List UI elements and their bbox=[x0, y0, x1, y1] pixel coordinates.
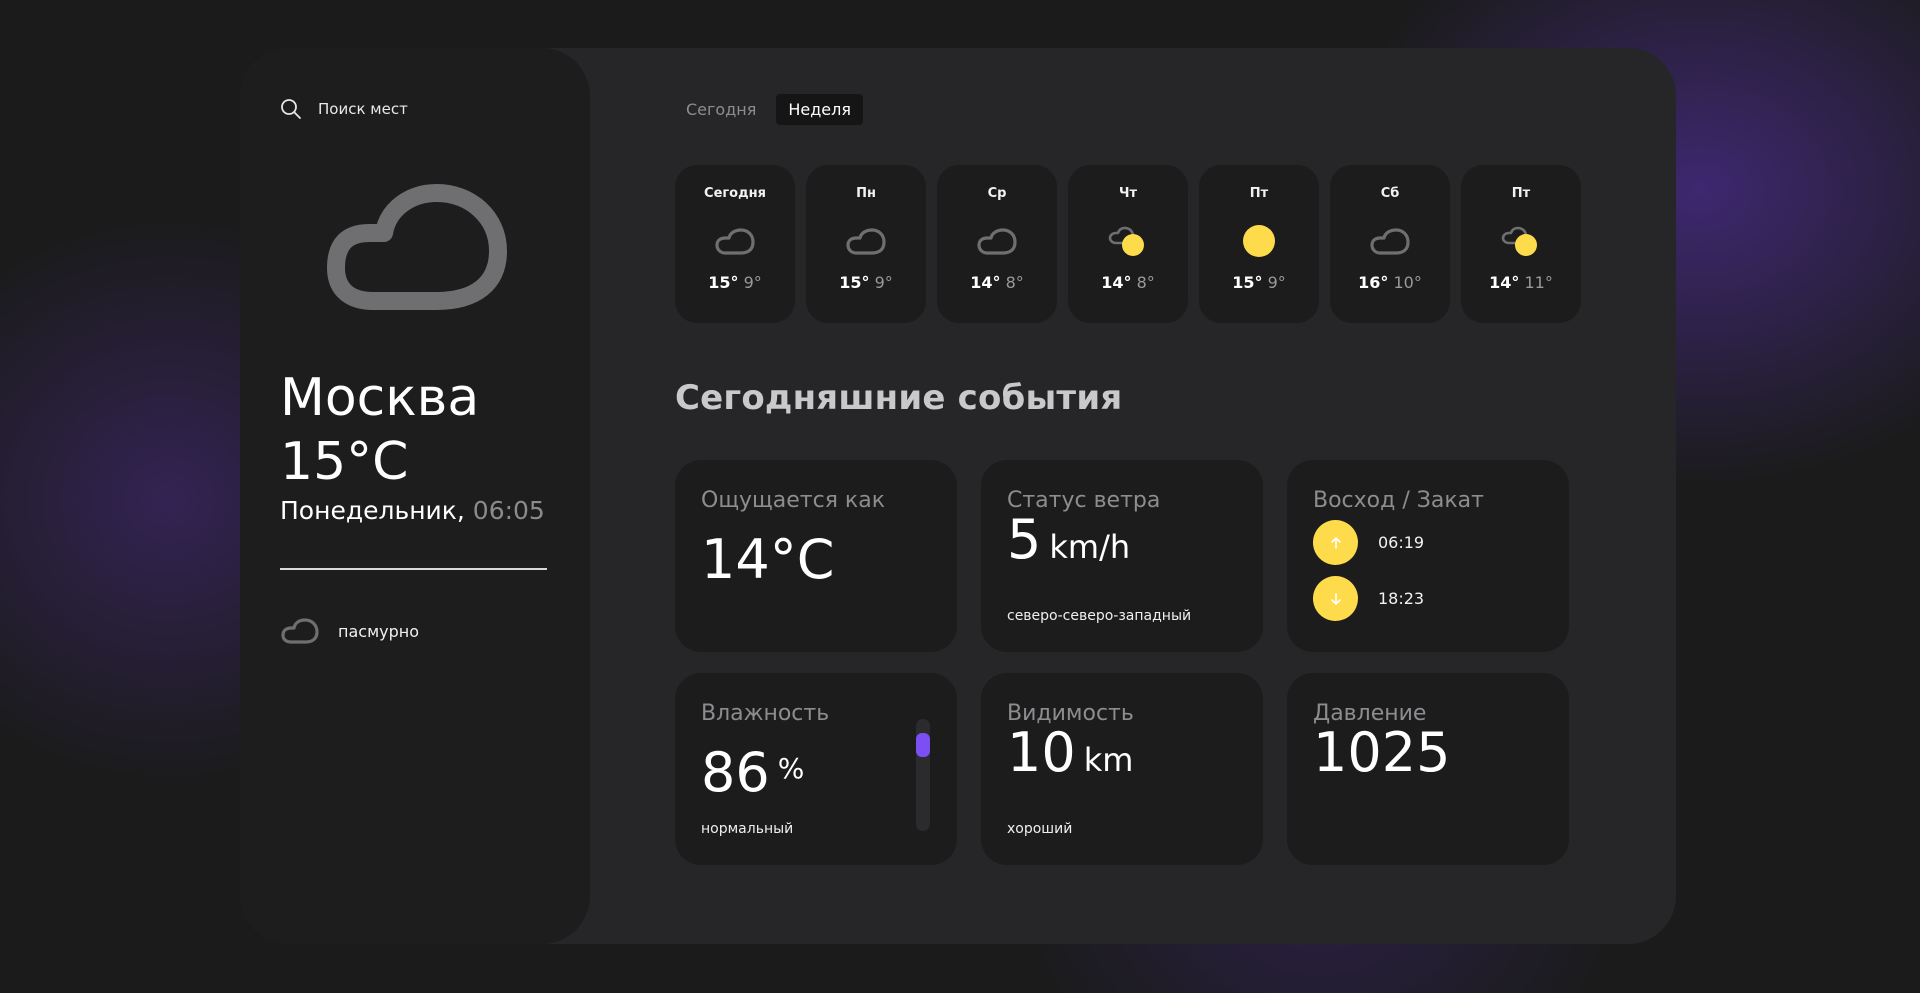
forecast-low: 10° bbox=[1393, 273, 1422, 292]
forecast-day-card[interactable]: Чт 14° 8° bbox=[1068, 165, 1188, 323]
tab-week[interactable]: Неделя bbox=[776, 94, 863, 125]
forecast-temps: 16° 10° bbox=[1358, 273, 1422, 292]
pressure-value: 1025 bbox=[1313, 721, 1451, 784]
forecast-day-name: Пт bbox=[1249, 186, 1269, 201]
sunrise-row: 06:19 bbox=[1313, 520, 1424, 565]
condition-row: пасмурно bbox=[280, 616, 419, 646]
forecast-day-name: Ср bbox=[987, 186, 1007, 201]
forecast-low: 9° bbox=[743, 273, 762, 292]
forecast-low: 11° bbox=[1524, 273, 1553, 292]
period-tabs: Сегодня Неделя bbox=[674, 94, 863, 125]
cloud-icon bbox=[327, 184, 507, 310]
forecast-high: 15° bbox=[839, 273, 870, 292]
forecast-low: 9° bbox=[874, 273, 893, 292]
forecast-temps: 14° 8° bbox=[970, 273, 1024, 292]
visibility-unit: km bbox=[1083, 741, 1134, 779]
forecast-high: 14° bbox=[1101, 273, 1132, 292]
cloud-icon bbox=[975, 223, 1019, 259]
visibility-reading: 10 km bbox=[1007, 723, 1133, 790]
wind-direction: северо-северо-западный bbox=[1007, 608, 1192, 624]
forecast-low: 8° bbox=[1005, 273, 1024, 292]
forecast-low: 9° bbox=[1267, 273, 1286, 292]
sunset-icon bbox=[1313, 576, 1358, 621]
feels-like-card: Ощущается как 14°C bbox=[675, 460, 957, 652]
visibility-value: 10 bbox=[1007, 721, 1076, 784]
visibility-card: Видимость 10 km хороший bbox=[981, 673, 1263, 865]
visibility-status: хороший bbox=[1007, 821, 1073, 837]
cloud-icon bbox=[713, 223, 757, 259]
current-day: Понедельник, bbox=[280, 496, 465, 525]
forecast-temps: 14° 8° bbox=[1101, 273, 1155, 292]
section-title: Сегодняшние события bbox=[675, 378, 1123, 418]
search-places[interactable]: Поиск мест bbox=[280, 98, 408, 120]
forecast-day-name: Чт bbox=[1118, 186, 1138, 201]
forecast-day-card[interactable]: Сегодня 15° 9° bbox=[675, 165, 795, 323]
card-title: Ощущается как bbox=[701, 488, 885, 513]
sunset-time: 18:23 bbox=[1378, 589, 1425, 608]
forecast-high: 15° bbox=[1232, 273, 1263, 292]
wind-card: Статус ветра 5 km/h северо-северо-западны… bbox=[981, 460, 1263, 652]
feels-like-value: 14°C bbox=[701, 528, 835, 591]
card-title: Восход / Закат bbox=[1313, 488, 1484, 513]
sun-behind-cloud-icon bbox=[1499, 223, 1543, 259]
forecast-day-name: Пт bbox=[1511, 186, 1531, 201]
sun-behind-cloud-icon bbox=[1106, 223, 1150, 259]
tab-today[interactable]: Сегодня bbox=[674, 94, 768, 125]
cloud-icon bbox=[281, 618, 319, 644]
forecast-day-card[interactable]: Ср 14° 8° bbox=[937, 165, 1057, 323]
forecast-day-name: Сегодня bbox=[704, 186, 766, 201]
date-line: Понедельник, 06:05 bbox=[280, 494, 545, 528]
search-label: Поиск мест bbox=[318, 100, 408, 118]
forecast-day-card[interactable]: Пт 14° 11° bbox=[1461, 165, 1581, 323]
forecast-temps: 15° 9° bbox=[708, 273, 762, 292]
humidity-value: 86 bbox=[701, 741, 770, 804]
divider bbox=[280, 568, 547, 570]
forecast-day-name: Сб bbox=[1380, 186, 1400, 201]
forecast-temps: 15° 9° bbox=[839, 273, 893, 292]
forecast-high: 16° bbox=[1358, 273, 1389, 292]
condition-text: пасмурно bbox=[338, 621, 420, 641]
forecast-low: 8° bbox=[1136, 273, 1155, 292]
forecast-day-name: Пн bbox=[856, 186, 876, 201]
forecast-day-card[interactable]: Пт 15° 9° bbox=[1199, 165, 1319, 323]
forecast-temps: 14° 11° bbox=[1489, 273, 1553, 292]
humidity-card: Влажность 86% нормальный bbox=[675, 673, 957, 865]
forecast-high: 15° bbox=[708, 273, 739, 292]
wind-speed: 5 km/h bbox=[1007, 510, 1130, 577]
humidity-status: нормальный bbox=[701, 821, 794, 837]
city-name: Москва bbox=[280, 368, 480, 428]
current-temperature: 15°C bbox=[280, 432, 409, 492]
sunset-row: 18:23 bbox=[1313, 576, 1424, 621]
search-icon bbox=[281, 99, 301, 119]
wind-speed-unit: km/h bbox=[1049, 528, 1131, 566]
sun-icon bbox=[1241, 223, 1277, 259]
wind-speed-value: 5 bbox=[1007, 508, 1042, 571]
sunrise-time: 06:19 bbox=[1378, 533, 1425, 552]
forecast-row: Сегодня 15° 9° Пн 15° 9° Ср 14° 8° Чт 14… bbox=[675, 165, 1581, 323]
sunrise-icon bbox=[1313, 520, 1358, 565]
humidity-bar-indicator bbox=[916, 733, 930, 757]
forecast-high: 14° bbox=[1489, 273, 1520, 292]
card-title: Влажность bbox=[701, 701, 830, 726]
forecast-high: 14° bbox=[970, 273, 1001, 292]
forecast-temps: 15° 9° bbox=[1232, 273, 1286, 292]
cloud-icon bbox=[1368, 223, 1412, 259]
sunrise-sunset-card: Восход / Закат 06:19 18:23 bbox=[1287, 460, 1569, 652]
cloud-icon bbox=[844, 223, 888, 259]
humidity-unit: % bbox=[777, 752, 805, 785]
humidity-bar bbox=[916, 719, 930, 831]
forecast-day-card[interactable]: Сб 16° 10° bbox=[1330, 165, 1450, 323]
humidity-reading: 86% bbox=[701, 743, 804, 803]
pressure-card: Давление 1025 bbox=[1287, 673, 1569, 865]
sidebar: Поиск мест Москва 15°C Понедельник, 06:0… bbox=[240, 48, 590, 944]
forecast-day-card[interactable]: Пн 15° 9° bbox=[806, 165, 926, 323]
current-time: 06:05 bbox=[472, 496, 545, 525]
